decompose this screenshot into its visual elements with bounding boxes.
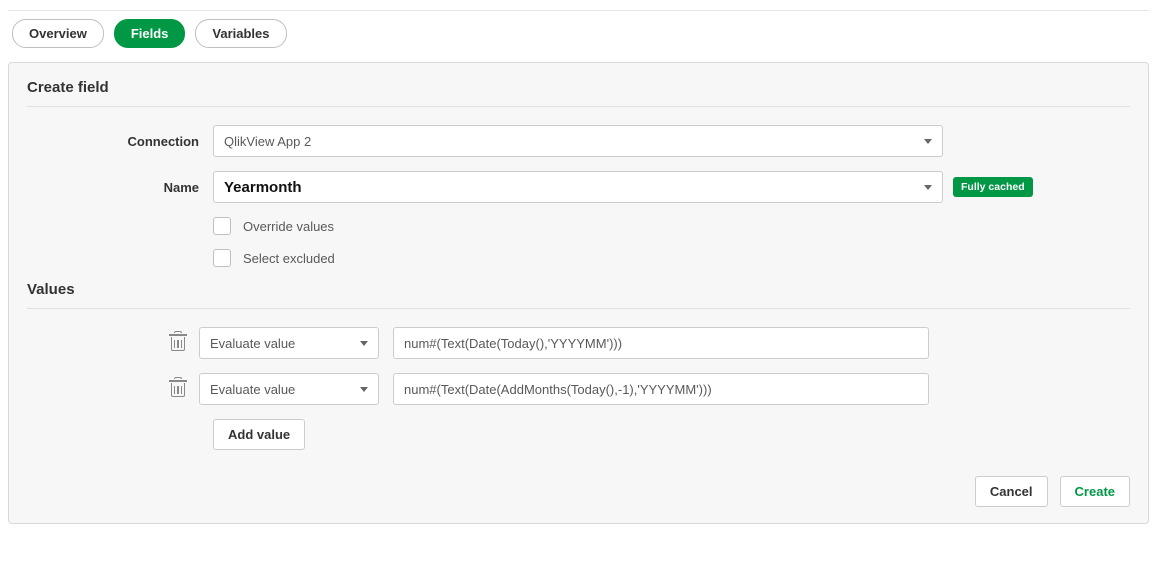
tab-fields[interactable]: Fields [114,19,186,48]
value-mode-select[interactable]: Evaluate value [199,327,379,359]
override-values-label: Override values [243,219,334,234]
trash-icon[interactable] [171,381,185,397]
override-values-checkbox[interactable] [213,217,231,235]
values-title: Values [27,281,1130,308]
connection-select[interactable]: QlikView App 2 [213,125,943,157]
cache-status-badge: Fully cached [953,177,1033,197]
trash-icon[interactable] [171,335,185,351]
name-label: Name [27,180,213,195]
tab-variables[interactable]: Variables [195,19,286,48]
value-mode-label: Evaluate value [210,382,295,397]
cancel-button[interactable]: Cancel [975,476,1048,507]
value-mode-label: Evaluate value [210,336,295,351]
select-excluded-checkbox[interactable] [213,249,231,267]
value-expression-input[interactable] [393,373,929,405]
create-field-panel: Create field Connection QlikView App 2 N… [8,62,1149,524]
name-value: Yearmonth [224,179,302,196]
chevron-down-icon [360,341,368,346]
value-expression-input[interactable] [393,327,929,359]
chevron-down-icon [360,387,368,392]
chevron-down-icon [924,139,932,144]
connection-value: QlikView App 2 [224,134,311,149]
chevron-down-icon [924,185,932,190]
select-excluded-label: Select excluded [243,251,335,266]
value-row: Evaluate value [27,327,1130,359]
tabs: Overview Fields Variables [8,19,1149,48]
value-row: Evaluate value [27,373,1130,405]
panel-title: Create field [27,79,1130,106]
create-button[interactable]: Create [1060,476,1130,507]
tab-overview[interactable]: Overview [12,19,104,48]
add-value-button[interactable]: Add value [213,419,305,450]
name-select[interactable]: Yearmonth [213,171,943,203]
connection-label: Connection [27,134,213,149]
value-mode-select[interactable]: Evaluate value [199,373,379,405]
